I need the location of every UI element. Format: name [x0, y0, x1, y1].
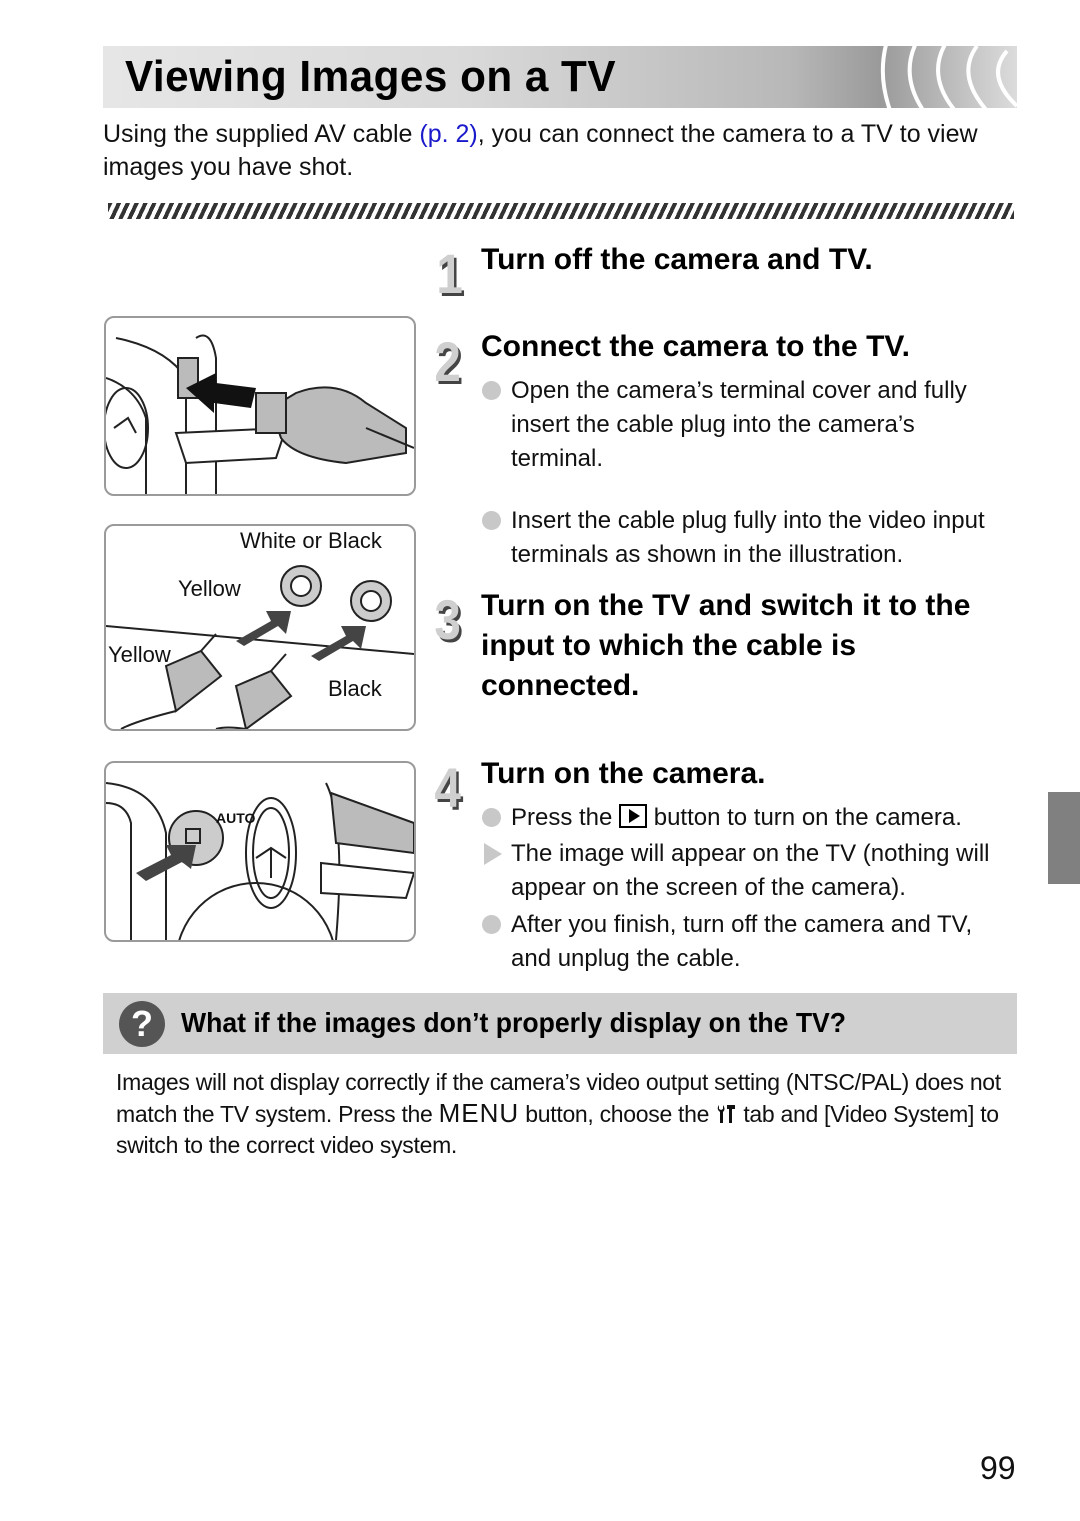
step-number-4: 4: [434, 756, 461, 819]
bullet-icon: [482, 915, 501, 934]
faq-body: Images will not display correctly if the…: [116, 1069, 1001, 1158]
tools-tab-icon: [717, 1105, 736, 1123]
camera-playback-illustration: AUTO: [106, 782, 414, 940]
result-arrow-icon: [484, 843, 502, 865]
step-number-3: 3: [434, 588, 461, 651]
page-title: Viewing Images on a TV: [125, 52, 616, 101]
step-1-title: Turn off the camera and TV.: [481, 243, 873, 276]
label-yellow-plug: Yellow: [108, 642, 171, 667]
chapter-side-tab: [1048, 792, 1080, 884]
step-4-bullet-1: Press the button to turn on the camera.: [481, 801, 1026, 835]
step-2-title: Connect the camera to the TV.: [481, 330, 910, 363]
step-4-result: The image will appear on the TV (nothing…: [481, 837, 1021, 905]
step-4-title: Turn on the camera.: [481, 757, 766, 790]
question-icon: ?: [119, 1001, 165, 1047]
auto-mode-label: AUTO: [216, 810, 256, 826]
step-3-title: Turn on the TV and switch it to the inpu…: [481, 589, 971, 702]
step-2-bullet-2: Insert the cable plug fully into the vid…: [481, 504, 1021, 572]
label-black-plug: Black: [328, 676, 382, 701]
decorative-arcs-icon: [880, 46, 1017, 108]
playback-button-icon: [619, 804, 648, 828]
intro-text: Using the supplied AV cable: [103, 120, 420, 148]
arrow-icon: [311, 626, 366, 661]
section-title-bar: Viewing Images on a TV: [103, 46, 1017, 108]
step-number-1: 1: [436, 242, 463, 305]
step-4-bullet-2: After you finish, turn off the camera an…: [481, 908, 1001, 976]
faq-title: What if the images don’t properly displa…: [181, 1007, 847, 1038]
figure-av-connections: White or Black Yellow Yellow Black: [104, 524, 416, 731]
figure-playback-button: AUTO: [104, 761, 416, 942]
bullet-icon: [482, 808, 501, 827]
step-2-bullet-1: Open the camera’s terminal cover and ful…: [481, 374, 981, 476]
page-number: 99: [980, 1450, 1016, 1486]
camera-terminal-illustration: [106, 334, 414, 494]
label-white-or-black: White or Black: [240, 528, 382, 553]
page-reference-link[interactable]: (p. 2): [419, 120, 477, 148]
bullet-icon: [482, 511, 501, 530]
step-number-2: 2: [434, 330, 461, 393]
intro-paragraph: Using the supplied AV cable (p. 2), you …: [103, 118, 1017, 184]
menu-button-label: MENU: [438, 1098, 520, 1128]
section-divider: [108, 203, 1014, 219]
bullet-icon: [482, 381, 501, 400]
faq-header: ? What if the images don’t properly disp…: [103, 993, 1017, 1054]
figure-camera-terminal: [104, 316, 416, 496]
label-yellow-jack: Yellow: [178, 576, 241, 601]
